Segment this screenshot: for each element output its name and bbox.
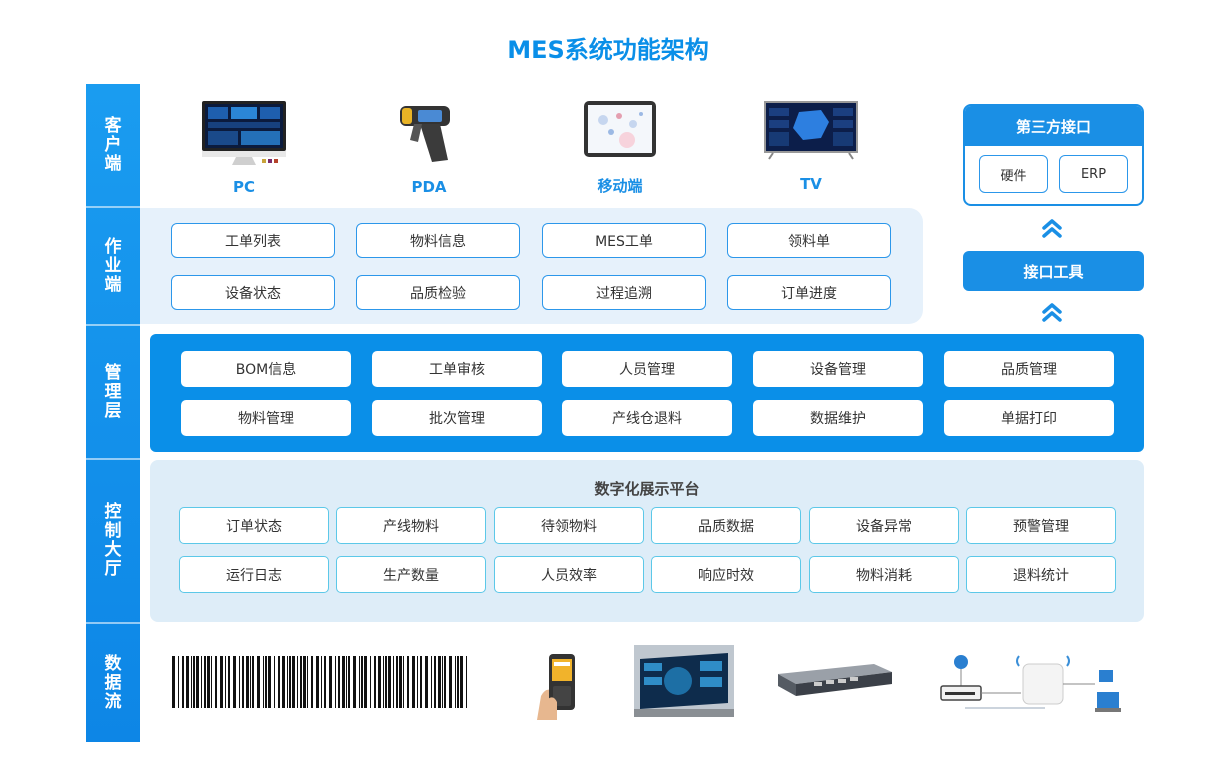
control-item[interactable]: 品质数据 [651,507,801,544]
management-item[interactable]: 产线仓退料 [562,400,732,436]
control-item[interactable]: 人员效率 [494,556,644,593]
work-item[interactable]: 工单列表 [171,223,335,258]
control-room-screen-image [634,645,734,717]
management-item[interactable]: 工单审核 [372,351,542,387]
control-item[interactable]: 生产数量 [336,556,486,593]
control-item[interactable]: 设备异常 [809,507,959,544]
control-item[interactable]: 待领物料 [494,507,644,544]
work-item[interactable]: 领料单 [727,223,891,258]
device-label-pc: PC [232,178,255,196]
page-title: MES系统功能架构 [507,36,709,64]
barcode-image [172,656,467,708]
tablet-image [583,100,657,158]
control-hall-title: 数字化展示平台 [594,480,700,498]
work-item[interactable]: 设备状态 [171,275,335,310]
work-item[interactable]: 订单进度 [727,275,891,310]
control-item[interactable]: 响应时效 [651,556,801,593]
control-item[interactable]: 产线物料 [336,507,486,544]
network-switch-image [774,662,894,698]
management-item[interactable]: 批次管理 [372,400,542,436]
third-party-title: 第三方接口 [965,106,1142,146]
layer-label-work: 作业端 [104,236,122,295]
management-item[interactable]: BOM信息 [181,351,351,387]
handheld-terminal-image [535,650,581,720]
third-party-interface-box: 第三方接口 硬件 ERP [963,104,1144,206]
third-party-item-erp[interactable]: ERP [1059,155,1128,193]
network-topology-image [935,652,1125,716]
management-item[interactable]: 设备管理 [753,351,923,387]
work-item[interactable]: MES工单 [542,223,706,258]
third-party-item-hardware[interactable]: 硬件 [979,155,1048,193]
management-item[interactable]: 品质管理 [944,351,1114,387]
management-item[interactable]: 物料管理 [181,400,351,436]
device-label-pda: PDA [411,178,447,196]
control-item[interactable]: 物料消耗 [809,556,959,593]
work-item[interactable]: 物料信息 [356,223,520,258]
chevron-up-icon [1042,303,1062,322]
management-item[interactable]: 人员管理 [562,351,732,387]
control-item[interactable]: 预警管理 [966,507,1116,544]
layer-label-dataflow: 数据流 [104,653,122,712]
pc-monitor-image [200,99,288,167]
management-item[interactable]: 数据维护 [753,400,923,436]
control-item[interactable]: 退料统计 [966,556,1116,593]
control-item[interactable]: 订单状态 [179,507,329,544]
management-item[interactable]: 单据打印 [944,400,1114,436]
layer-column: 客户端 作业端 管理层 控制大厅 数据流 [86,84,140,742]
layer-label-client: 客户端 [104,115,122,174]
device-label-mobile: 移动端 [597,177,643,195]
tv-image [763,100,859,160]
device-label-tv: TV [800,175,822,193]
layer-label-management: 管理层 [104,362,122,421]
work-item[interactable]: 品质检验 [356,275,520,310]
pda-scanner-image [396,102,458,164]
control-item[interactable]: 运行日志 [179,556,329,593]
work-item[interactable]: 过程追溯 [542,275,706,310]
chevron-up-icon [1042,219,1062,238]
interface-tool-button[interactable]: 接口工具 [963,251,1144,291]
layer-label-control: 控制大厅 [104,502,122,579]
